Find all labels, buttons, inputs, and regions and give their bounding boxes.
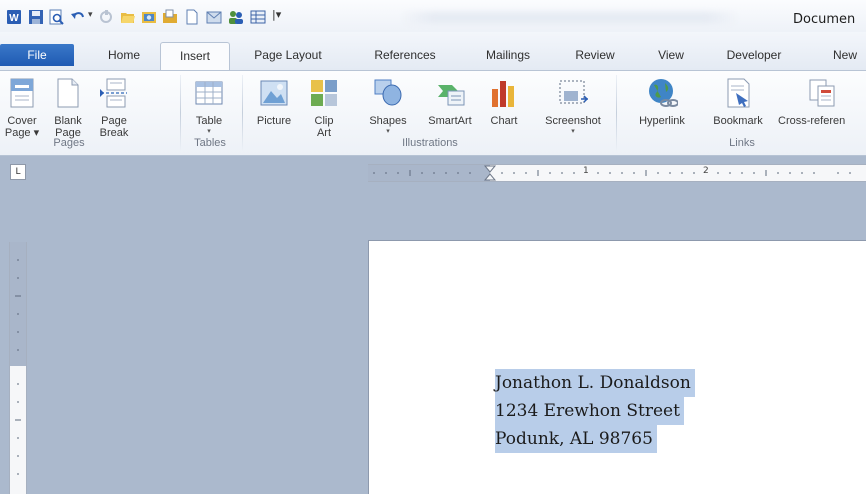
horizontal-ruler[interactable]: 1 2 [368, 164, 866, 182]
picture-icon[interactable] [141, 9, 157, 25]
tab-view[interactable]: View [646, 44, 696, 68]
address-line-street[interactable]: 1234 Erewhon Street [495, 397, 684, 425]
bookmark-icon [727, 78, 750, 108]
tab-insert[interactable]: Insert [160, 42, 230, 70]
document-page[interactable]: Jonathon L. Donaldson 1234 Erewhon Stree… [368, 240, 866, 494]
bookmark-label: Bookmark [713, 115, 763, 127]
tab-home[interactable]: Home [96, 44, 152, 68]
address-line-city[interactable]: Podunk, AL 98765 [495, 425, 657, 453]
clip-art-icon [311, 80, 337, 106]
undo-dropdown-icon[interactable]: ▾ [88, 10, 93, 20]
screenshot-button[interactable]: Screenshot ▾ [538, 77, 608, 136]
blank-page-button[interactable]: Blank Page [48, 77, 88, 139]
clip-art-button[interactable]: Clip Art [304, 77, 344, 139]
table-label: Table [195, 115, 223, 127]
shapes-icon [374, 79, 402, 106]
group-label-pages: Pages [53, 137, 85, 149]
tab-selector-button[interactable]: L [10, 164, 26, 180]
open-folder-icon[interactable] [120, 9, 136, 25]
tab-new[interactable]: New [820, 44, 866, 68]
cover-page-button[interactable]: Cover Page ▾ [2, 77, 42, 139]
tab-page-layout[interactable]: Page Layout [240, 44, 336, 68]
undo-icon[interactable] [70, 9, 86, 25]
ruler-mark-1: 1 [583, 166, 589, 176]
hyperlink-label: Hyperlink [639, 115, 685, 127]
hyperlink-button[interactable]: Hyperlink [622, 77, 702, 127]
clip-art-label-1: Clip [314, 115, 334, 127]
picture-label: Picture [256, 115, 292, 127]
customize-dropdown-icon[interactable]: |▾ [272, 8, 281, 21]
table-icon [195, 81, 223, 105]
group-separator [242, 75, 243, 151]
table-icon[interactable] [250, 9, 266, 25]
vertical-ruler[interactable] [9, 242, 27, 494]
tab-file[interactable]: File [0, 44, 74, 66]
redo-icon[interactable] [98, 9, 114, 25]
page-break-button[interactable]: Page Break [94, 77, 134, 139]
ribbon-insert: Cover Page ▾ Blank Page Page Break Pages [0, 70, 866, 156]
window-title: Documen [793, 12, 856, 27]
shapes-label: Shapes [369, 115, 407, 127]
page-break-icon [100, 78, 127, 108]
title-blur [400, 12, 740, 24]
group-label-links: Links [729, 137, 755, 149]
shapes-button[interactable]: Shapes ▾ [364, 77, 412, 136]
screenshot-icon [559, 80, 589, 104]
table-dropdown-icon: ▾ [207, 128, 211, 135]
chart-label: Chart [490, 115, 518, 127]
ruler-mark-2: 2 [703, 166, 709, 176]
tab-mailings[interactable]: Mailings [470, 44, 546, 68]
page-break-label-1: Page [101, 115, 127, 127]
smartart-button[interactable]: SmartArt [420, 77, 480, 127]
group-separator [616, 75, 617, 151]
screenshot-label: Screenshot [545, 115, 601, 127]
picture-icon [260, 80, 288, 106]
cover-page-icon [10, 78, 34, 108]
ruler-ticks [373, 165, 851, 181]
mail-icon[interactable] [206, 9, 222, 25]
blank-page-icon [57, 78, 79, 108]
picture-button[interactable]: Picture [250, 77, 298, 127]
smartart-icon [438, 85, 465, 106]
group-separator [180, 75, 181, 151]
people-icon[interactable] [228, 9, 244, 25]
cross-reference-label: Cross-referen [778, 115, 846, 127]
vertical-ruler-ticks [15, 259, 21, 475]
hyperlink-icon [649, 79, 678, 107]
shapes-dropdown-icon: ▾ [386, 128, 390, 135]
cover-page-label-1: Cover [7, 115, 37, 127]
svg-text:W: W [9, 13, 19, 24]
group-label-illustrations: Illustrations [402, 137, 458, 149]
tab-review[interactable]: Review [564, 44, 626, 68]
print-preview-icon[interactable] [48, 9, 64, 25]
address-line-name[interactable]: Jonathon L. Donaldson [495, 369, 695, 397]
new-document-icon[interactable] [184, 9, 200, 25]
folder-icon[interactable] [162, 9, 178, 25]
screenshot-dropdown-icon: ▾ [571, 128, 575, 135]
tab-references[interactable]: References [360, 44, 450, 68]
blank-page-label-1: Blank [54, 115, 82, 127]
bookmark-button[interactable]: Bookmark [704, 77, 772, 127]
cross-reference-button[interactable]: Cross-referen [778, 77, 866, 127]
tab-developer[interactable]: Developer [712, 44, 796, 68]
chart-button[interactable]: Chart [484, 77, 524, 127]
chart-icon [492, 81, 514, 107]
title-bar: W ▾ |▾ Documen [0, 0, 866, 32]
cross-reference-icon [809, 79, 835, 107]
smartart-label: SmartArt [428, 115, 472, 127]
table-button[interactable]: Table ▾ [186, 77, 232, 136]
group-label-tables: Tables [194, 137, 226, 149]
save-icon[interactable] [28, 9, 44, 25]
ribbon-tabs: File Home Insert Page Layout References … [0, 32, 866, 70]
word-app-icon[interactable]: W [6, 9, 22, 25]
document-workspace: L 1 2 Jonathon L. Donaldson 1234 Erewhon… [0, 156, 866, 494]
